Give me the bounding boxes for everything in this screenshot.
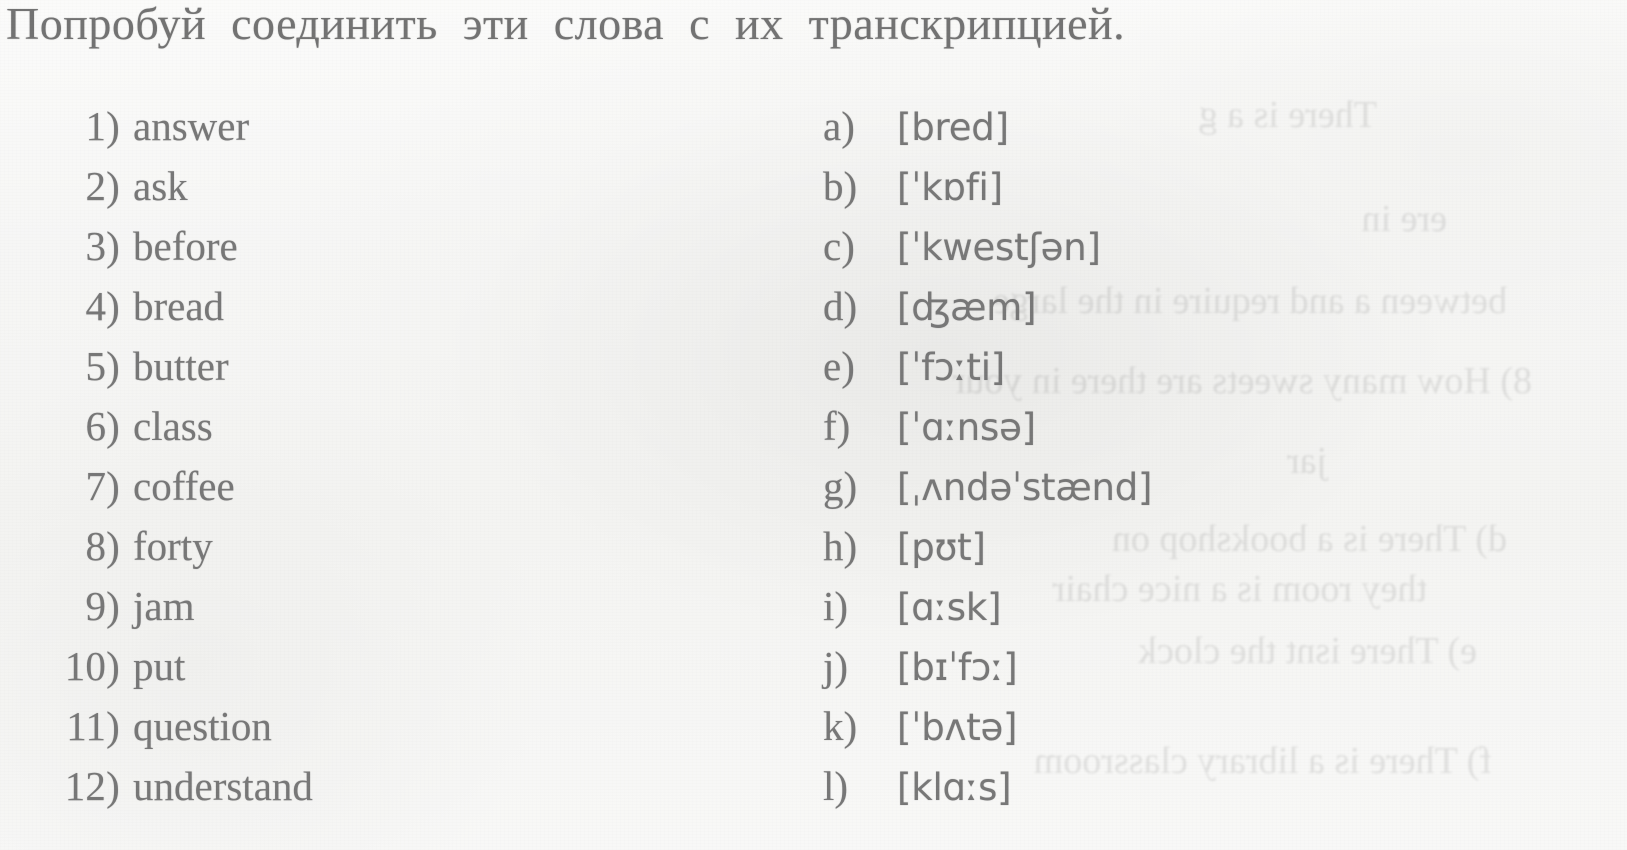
- transcription-item-marker: e): [823, 343, 855, 389]
- transcription-item-value: [ˌʌndəˈstænd]: [897, 466, 1153, 509]
- transcription-item-row: i) [ɑːsk]: [795, 576, 1415, 636]
- word-item-marker: 11): [66, 703, 120, 749]
- transcription-item-value: [ˈkɒfi]: [897, 166, 1003, 209]
- word-item-marker: 1): [85, 103, 120, 149]
- transcription-item-marker: i): [823, 583, 849, 629]
- word-item-marker: 3): [85, 223, 120, 269]
- transcription-item-value: [ʤæm]: [897, 286, 1037, 329]
- word-item-row: 3) before: [0, 216, 470, 276]
- transcription-item-value: [ˈkwestʃən]: [897, 226, 1101, 269]
- word-item-row: 1) answer: [0, 96, 470, 156]
- transcription-item-value: [klɑːs]: [897, 766, 1012, 809]
- word-item-marker: 9): [85, 583, 120, 629]
- word-item-marker: 8): [85, 523, 120, 569]
- transcription-item-value: [pʊt]: [897, 526, 986, 569]
- word-item-value: class: [133, 403, 213, 449]
- word-item-value: forty: [133, 523, 213, 569]
- transcription-item-value: [ˈɑːnsə]: [897, 406, 1036, 449]
- transcription-item-marker: f): [823, 403, 851, 449]
- word-item-value: answer: [133, 103, 250, 149]
- word-item-value: jam: [133, 583, 195, 629]
- word-item-marker: 5): [85, 343, 120, 389]
- word-item-row: 5) butter: [0, 336, 470, 396]
- word-item-row: 10) put: [0, 636, 470, 696]
- transcriptions-column: a) [bred] b) [ˈkɒfi] c) [ˈkwestʃən] d) [ʤæm] e) […: [795, 96, 1415, 816]
- scanned-page: There is a g ere in between a and require …: [0, 0, 1627, 850]
- transcription-item-marker: h): [823, 523, 858, 569]
- transcription-item-marker: j): [823, 643, 849, 689]
- transcription-item-marker: d): [823, 283, 858, 329]
- word-item-value: bread: [133, 283, 225, 329]
- word-item-marker: 7): [85, 463, 120, 509]
- word-item-marker: 10): [64, 643, 120, 689]
- transcription-item-marker: c): [823, 223, 855, 269]
- transcription-item-row: d) [ʤæm]: [795, 276, 1415, 336]
- word-item-row: 9) jam: [0, 576, 470, 636]
- word-item-row: 6) class: [0, 396, 470, 456]
- words-column: 1) answer 2) ask 3) before 4) bread 5) butter 6) cl…: [0, 96, 470, 816]
- word-item-marker: 6): [85, 403, 120, 449]
- word-item-value: put: [133, 643, 186, 689]
- transcription-item-marker: k): [823, 703, 858, 749]
- transcription-item-row: b) [ˈkɒfi]: [795, 156, 1415, 216]
- word-item-marker: 4): [85, 283, 120, 329]
- word-item-row: 2) ask: [0, 156, 470, 216]
- word-item-value: question: [133, 703, 272, 749]
- word-item-row: 11) question: [0, 696, 470, 756]
- transcription-item-marker: a): [823, 103, 855, 149]
- transcription-item-row: k) [ˈbʌtə]: [795, 696, 1415, 756]
- word-item-value: before: [133, 223, 238, 269]
- transcription-item-row: c) [ˈkwestʃən]: [795, 216, 1415, 276]
- exercise-instruction-title: Попробуй соединить эти слова с их транск…: [6, 0, 1126, 49]
- word-item-marker: 12): [64, 763, 120, 809]
- transcription-item-value: [bred]: [897, 106, 1009, 149]
- transcription-item-row: e) [ˈfɔːti]: [795, 336, 1415, 396]
- word-item-row: 7) coffee: [0, 456, 470, 516]
- word-item-row: 12) understand: [0, 756, 470, 816]
- transcription-item-value: [ˈfɔːti]: [897, 346, 1006, 389]
- transcription-item-value: [ˈbʌtə]: [897, 706, 1018, 749]
- transcription-item-marker: b): [823, 163, 858, 209]
- word-item-row: 8) forty: [0, 516, 470, 576]
- transcription-item-row: g) [ˌʌndəˈstænd]: [795, 456, 1415, 516]
- transcription-item-value: [bɪˈfɔː]: [897, 646, 1018, 689]
- transcription-item-row: j) [bɪˈfɔː]: [795, 636, 1415, 696]
- word-item-value: ask: [133, 163, 188, 209]
- word-item-value: understand: [133, 763, 313, 809]
- transcription-item-row: h) [pʊt]: [795, 516, 1415, 576]
- transcription-item-row: f) [ˈɑːnsə]: [795, 396, 1415, 456]
- word-item-row: 4) bread: [0, 276, 470, 336]
- word-item-marker: 2): [85, 163, 120, 209]
- transcription-item-row: a) [bred]: [795, 96, 1415, 156]
- word-item-value: coffee: [133, 463, 235, 509]
- word-item-value: butter: [133, 343, 229, 389]
- transcription-item-value: [ɑːsk]: [897, 586, 1002, 629]
- transcription-item-row: l) [klɑːs]: [795, 756, 1415, 816]
- transcription-item-marker: g): [823, 463, 858, 509]
- exercise-content: Попробуй соединить эти слова с их транск…: [0, 0, 1627, 850]
- transcription-item-marker: l): [823, 763, 849, 809]
